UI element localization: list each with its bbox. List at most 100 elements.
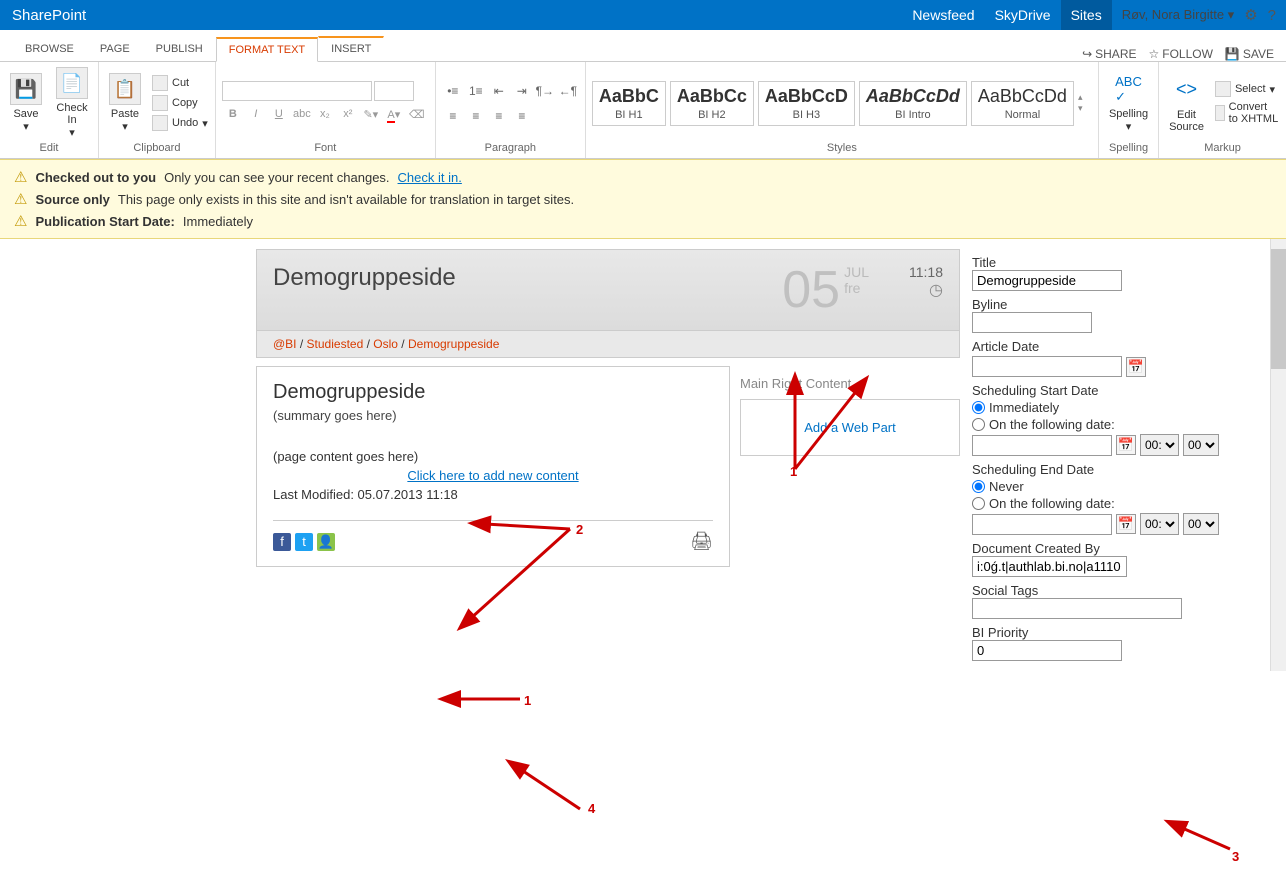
underline-button[interactable]: U [268,103,290,125]
social-tags-input[interactable] [972,598,1182,619]
facebook-icon[interactable]: f [273,533,291,551]
ltr-button[interactable]: ¶→ [534,80,556,102]
properties-sidebar: Title Byline Article Date 📅 Scheduling S… [972,249,1272,661]
style-bi-h2[interactable]: AaBbCcBI H2 [670,81,754,126]
sched-end-date-input[interactable] [972,514,1112,535]
breadcrumb-current[interactable]: Demogruppeside [408,337,499,351]
tab-browse[interactable]: BROWSE [12,37,87,61]
sched-end-hour[interactable]: 00: [1140,513,1179,535]
sched-end-never-radio[interactable] [972,480,985,493]
select-menu[interactable]: Select ▾ [1212,80,1282,98]
breadcrumb-bi[interactable]: @BI [273,337,297,351]
tab-insert[interactable]: INSERT [318,36,384,61]
style-bi-h1[interactable]: AaBbCBI H1 [592,81,666,126]
add-webpart-button[interactable]: Add a Web Part [740,399,960,456]
content-heading[interactable]: Demogruppeside [273,381,713,404]
numbering-button[interactable]: 1≡ [465,80,487,102]
last-modified: Last Modified: 05.07.2013 11:18 [273,487,713,502]
justify-button[interactable]: ≡ [511,105,533,127]
hero-weekday: fre [844,280,869,296]
style-bi-h3[interactable]: AaBbCcDBI H3 [758,81,855,126]
twitter-icon[interactable]: t [295,533,313,551]
clear-format-button[interactable]: ⌫ [406,103,428,125]
doc-created-input[interactable] [972,556,1127,577]
nav-newsfeed[interactable]: Newsfeed [902,0,984,30]
ribbon-group-markup-label: Markup [1163,142,1282,156]
copy-button[interactable]: Copy [149,94,211,112]
content-placeholder[interactable]: (page content goes here) [273,449,713,464]
styles-expand-button[interactable]: ▴▾ [1078,92,1092,114]
nav-sites[interactable]: Sites [1061,0,1112,30]
user-name[interactable]: Røv, Nora Birgitte ▾ [1122,7,1234,23]
share-action[interactable]: ↪ SHARE [1082,47,1136,61]
follow-action[interactable]: ☆ FOLLOW [1148,47,1212,61]
tab-publish[interactable]: PUBLISH [143,37,216,61]
rtl-button[interactable]: ←¶ [557,80,579,102]
indent-button[interactable]: ⇥ [511,80,533,102]
ribbon-group-font-label: Font [220,142,431,156]
undo-button[interactable]: Undo ▾ [149,114,211,132]
sched-end-min[interactable]: 00 [1183,513,1219,535]
tab-format-text[interactable]: FORMAT TEXT [216,37,318,62]
hero-day: 05 [782,264,840,316]
article-date-input[interactable] [972,356,1122,377]
sched-end-date-radio[interactable] [972,497,985,510]
notice-source-bold: Source only [35,192,109,207]
byline-input[interactable] [972,312,1092,333]
checkin-button[interactable]: 📄 Check In▾ [50,65,94,141]
never-label: Never [989,479,1024,494]
content-summary[interactable]: (summary goes here) [273,408,713,423]
align-left-button[interactable]: ≡ [442,105,464,127]
title-input[interactable] [972,270,1122,291]
strike-button[interactable]: abc [291,103,313,125]
superscript-button[interactable]: x² [337,103,359,125]
print-icon[interactable]: 🖨 [690,531,713,552]
save-action[interactable]: 💾 SAVE [1225,47,1274,61]
paste-button[interactable]: 📋 Paste▾ [103,71,147,135]
warning-icon: ⚠ [14,212,27,230]
bold-button[interactable]: B [222,103,244,125]
cut-button[interactable]: Cut [149,74,211,92]
font-family-input[interactable] [222,81,372,101]
notification-bar: ⚠ Checked out to you Only you can see yo… [0,159,1286,239]
edit-source-button[interactable]: <> Edit Source [1163,72,1210,135]
italic-button[interactable]: I [245,103,267,125]
convert-xhtml-button[interactable]: Convert to XHTML [1212,100,1282,126]
tab-page[interactable]: PAGE [87,37,143,61]
sched-start-date-radio[interactable] [972,418,985,431]
share-icon[interactable]: 👤 [317,533,335,551]
sched-start-immediately-radio[interactable] [972,401,985,414]
sched-start-min[interactable]: 00 [1183,434,1219,456]
gear-icon[interactable]: ⚙ [1244,6,1257,24]
subscript-button[interactable]: x₂ [314,103,336,125]
sched-start-hour[interactable]: 00: [1140,434,1179,456]
font-size-input[interactable] [374,81,414,101]
ribbon-group-styles: AaBbCBI H1 AaBbCcBI H2 AaBbCcDBI H3 AaBb… [586,62,1099,158]
add-content-link[interactable]: Click here to add new content [273,468,713,483]
calendar-icon[interactable]: 📅 [1116,435,1136,455]
bullets-button[interactable]: •≡ [442,80,464,102]
priority-input[interactable] [972,640,1122,661]
ribbon-group-spelling-label: Spelling [1103,142,1154,156]
outdent-button[interactable]: ⇤ [488,80,510,102]
align-right-button[interactable]: ≡ [488,105,510,127]
nav-skydrive[interactable]: SkyDrive [985,0,1061,30]
help-icon[interactable]: ? [1268,7,1276,24]
save-button[interactable]: 💾 Save▾ [4,71,48,135]
sharepoint-brand: SharePoint [0,7,98,24]
font-color-button[interactable]: A▾ [383,103,405,125]
calendar-icon[interactable]: 📅 [1116,514,1136,534]
spelling-button[interactable]: ABC✓ Spelling▾ [1103,71,1154,135]
following-date-label2: On the following date: [989,496,1115,511]
vertical-scrollbar[interactable] [1270,239,1286,671]
checkin-link[interactable]: Check it in. [398,170,462,185]
undo-icon [152,115,168,131]
style-normal[interactable]: AaBbCcDdNormal [971,81,1074,126]
breadcrumb-oslo[interactable]: Oslo [373,337,398,351]
calendar-icon[interactable]: 📅 [1126,357,1146,377]
breadcrumb-studiested[interactable]: Studiested [307,337,364,351]
align-center-button[interactable]: ≡ [465,105,487,127]
highlight-button[interactable]: ✎▾ [360,103,382,125]
style-bi-intro[interactable]: AaBbCcDdBI Intro [859,81,967,126]
sched-start-date-input[interactable] [972,435,1112,456]
